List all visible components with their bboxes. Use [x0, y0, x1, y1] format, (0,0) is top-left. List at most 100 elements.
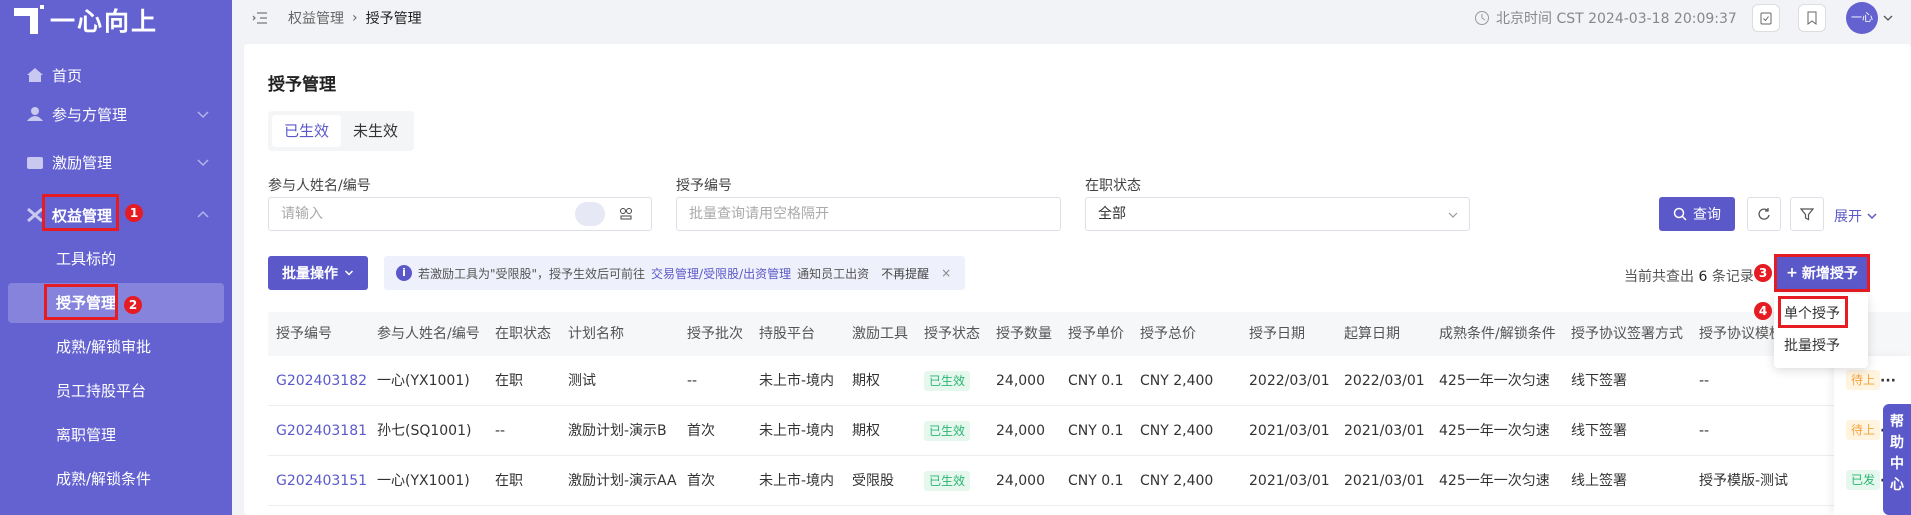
- logo[interactable]: 一心向上: [14, 2, 158, 38]
- server-time: 北京时间 CST 2024-03-18 20:09:37: [1474, 8, 1737, 28]
- org-tree-icon[interactable]: [619, 207, 633, 221]
- table-row: G202403182 一心(YX1001) 在职 测试 -- 未上市-境内 期权…: [268, 356, 1911, 406]
- cell: 一心(YX1001): [377, 473, 470, 489]
- info-icon: i: [396, 265, 412, 281]
- cell: 未上市-境内: [759, 423, 835, 439]
- step-marker: 2: [124, 296, 142, 314]
- step-marker: 4: [1754, 302, 1772, 320]
- cell: 激励计划-演示B: [568, 423, 667, 439]
- tasks-button[interactable]: [1752, 4, 1780, 32]
- employment-status-label: 在职状态: [1085, 178, 1141, 194]
- help-center-button[interactable]: 帮助中心: [1883, 404, 1911, 515]
- employment-status-select[interactable]: 全部: [1085, 197, 1470, 231]
- chevron-up-icon: [197, 210, 209, 218]
- dont-remind-button[interactable]: 不再提醒: [881, 265, 929, 282]
- tab-active[interactable]: 已生效: [272, 115, 342, 147]
- column-header: 授予协议模板: [1699, 326, 1783, 342]
- grant-no-input[interactable]: 批量查询请用空格隔开: [676, 197, 1061, 231]
- close-icon[interactable]: ×: [941, 266, 951, 280]
- filter-button[interactable]: [1790, 197, 1824, 231]
- tip-text: 通知员工出资: [797, 266, 870, 281]
- participant-placeholder: 请输入: [281, 206, 323, 222]
- expand-toggle[interactable]: 展开: [1834, 206, 1878, 226]
- cell: CNY 2,400: [1140, 373, 1214, 389]
- highlight-box: [1774, 254, 1870, 292]
- cell: --: [1699, 373, 1710, 389]
- avatar[interactable]: 一心: [1846, 2, 1878, 34]
- batch-label: 批量操作: [282, 266, 338, 282]
- cell: 2022/03/01: [1249, 373, 1330, 389]
- cell: 一心(YX1001): [377, 373, 470, 389]
- users-icon: [27, 107, 43, 121]
- sidebar: 一心向上 首页 参与方管理 激励管理 权益管理 1 工具标的 授予管理 2 成熟…: [0, 0, 232, 515]
- sidebar-item-participants[interactable]: 参与方管理: [0, 92, 232, 136]
- cell: 线下签署: [1571, 423, 1627, 439]
- tab-inactive[interactable]: 未生效: [341, 115, 410, 147]
- column-header: 成熟条件/解锁条件: [1439, 326, 1556, 342]
- cell: 24,000: [996, 373, 1045, 389]
- topbar: 权益管理 › 授予管理 北京时间 CST 2024-03-18 20:09:37…: [232, 0, 1911, 36]
- sidebar-item-incentive[interactable]: 激励管理: [0, 140, 232, 184]
- chevron-down-icon[interactable]: [1882, 12, 1894, 24]
- cell: 授予模版-测试: [1699, 473, 1789, 489]
- cell: CNY 0.1: [1068, 473, 1124, 489]
- notes-button[interactable]: [1798, 4, 1826, 32]
- batch-operations-button[interactable]: 批量操作: [268, 256, 368, 290]
- cell: CNY 0.1: [1068, 423, 1124, 439]
- participant-label: 参与人姓名/编号: [268, 178, 371, 194]
- grant-no-link[interactable]: G202403181: [276, 406, 367, 456]
- step-marker: 3: [1754, 264, 1772, 282]
- grant-no-label: 授予编号: [676, 178, 732, 194]
- breadcrumb: 权益管理 › 授予管理: [288, 8, 422, 28]
- cell: 线下签署: [1571, 373, 1627, 389]
- expand-label: 展开: [1834, 209, 1862, 225]
- participant-input[interactable]: 请输入: [268, 197, 652, 231]
- cell: 线上签署: [1571, 473, 1627, 489]
- highlight-box: [42, 194, 119, 231]
- column-header: 激励工具: [852, 326, 908, 342]
- status-badge: 待上: [1846, 370, 1881, 390]
- column-header: 计划名称: [568, 326, 624, 342]
- cell: 2021/03/01: [1344, 423, 1425, 439]
- column-header: 参与人姓名/编号: [377, 326, 480, 342]
- sidebar-subitem-esop-platform[interactable]: 员工持股平台: [56, 377, 146, 405]
- highlight-box: [44, 284, 118, 320]
- cell: 期权: [852, 373, 880, 389]
- logo-mark-icon: [14, 5, 44, 35]
- tip-text: 若激励工具为"受限股"，授予生效后可前往: [418, 266, 646, 281]
- sidebar-subitem-vesting-approval[interactable]: 成熟/解锁审批: [56, 333, 151, 361]
- main-card: 授予管理 已生效 未生效 参与人姓名/编号 请输入 授予编号 批量查询请用空格隔…: [244, 44, 1911, 515]
- cell: --: [495, 423, 506, 439]
- sidebar-subitem-leave[interactable]: 离职管理: [56, 421, 116, 449]
- search-icon: [1673, 207, 1687, 221]
- column-header: 授予批次: [687, 326, 743, 342]
- query-button[interactable]: 查询: [1659, 197, 1735, 231]
- column-header: 授予状态: [924, 326, 980, 342]
- fingerprint-icon[interactable]: [575, 202, 605, 226]
- chevron-down-icon: [197, 159, 209, 167]
- reset-button[interactable]: [1747, 197, 1781, 231]
- cell: 2021/03/01: [1249, 473, 1330, 489]
- logo-text: 一心向上: [50, 7, 159, 36]
- grant-no-link[interactable]: G202403151: [276, 456, 367, 506]
- sidebar-item-home[interactable]: 首页: [0, 53, 232, 97]
- chevron-down-icon: [197, 111, 209, 119]
- collapse-menu-icon[interactable]: [252, 10, 268, 26]
- more-actions-icon[interactable]: ···: [1880, 356, 1896, 406]
- sidebar-subitem-vesting-conditions[interactable]: 成熟/解锁条件: [56, 465, 151, 493]
- column-header: 在职状态: [495, 326, 551, 342]
- filter-icon: [1800, 208, 1814, 221]
- tip-link[interactable]: 交易管理/受限股/出资管理: [651, 265, 791, 282]
- count-value: 6: [1698, 269, 1708, 285]
- step-marker: 1: [125, 204, 143, 222]
- status-badge: 已生效: [924, 421, 971, 441]
- grant-no-link[interactable]: G202403182: [276, 356, 367, 406]
- breadcrumb-item[interactable]: 权益管理: [288, 8, 344, 28]
- clock-icon: [1475, 11, 1489, 25]
- cell: 2022/03/01: [1344, 373, 1425, 389]
- status-badge: 已发: [1846, 470, 1881, 490]
- sidebar-subitem-tools[interactable]: 工具标的: [56, 245, 116, 273]
- chevron-down-icon: [1867, 213, 1877, 220]
- batch-grant-option[interactable]: 批量授予: [1774, 330, 1868, 362]
- column-header: 授予协议签署方式: [1571, 326, 1683, 342]
